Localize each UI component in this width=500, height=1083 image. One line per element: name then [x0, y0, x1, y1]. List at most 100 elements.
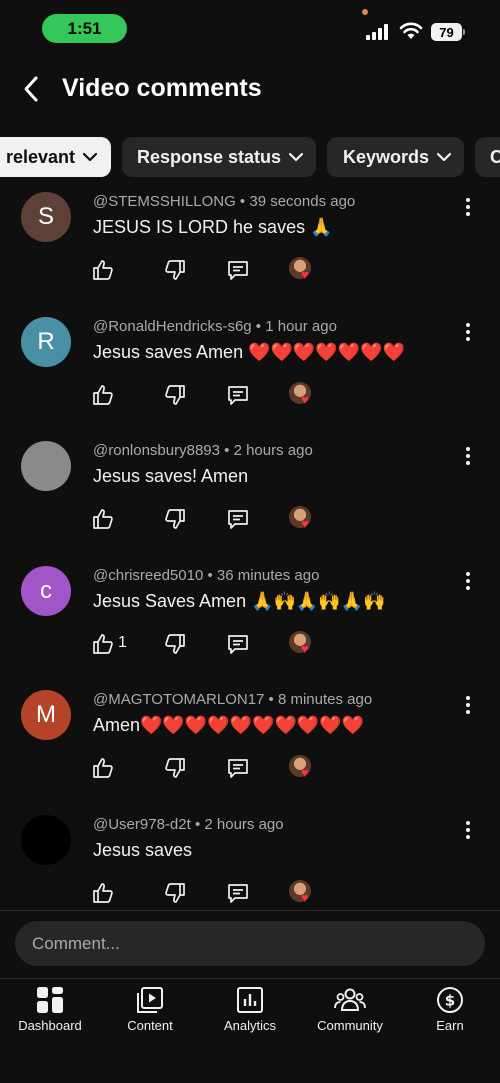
thumbs-down-icon[interactable] [163, 756, 187, 780]
earn-icon: $ [437, 987, 463, 1013]
chip-more-filter[interactable]: C [475, 137, 500, 177]
avatar[interactable] [21, 441, 71, 491]
comment-actions: 1 ♥ [0, 630, 500, 658]
comment-item: c @chrisreed5010 • 36 minutes ago Jesus … [0, 560, 500, 684]
thumbs-up-icon[interactable] [91, 881, 115, 905]
chip-sort-relevant[interactable]: relevant [0, 137, 111, 177]
comment-author[interactable]: @RonaldHendricks-s6g [93, 318, 252, 335]
comment-input[interactable] [15, 921, 485, 966]
community-icon [334, 988, 366, 1011]
thumbs-up-icon[interactable] [91, 258, 115, 282]
creator-heart-icon[interactable]: ♥ [289, 630, 315, 657]
comment-author[interactable]: @MAGTOTOMARLON17 [93, 691, 264, 708]
comment-actions: ♥ [0, 879, 500, 907]
avatar[interactable]: S [21, 192, 71, 242]
avatar[interactable]: M [21, 690, 71, 740]
divider [0, 910, 500, 911]
comment-text: Amen❤️❤️❤️❤️❤️❤️❤️❤️❤️❤️ [93, 715, 365, 735]
avatar-letter: S [37, 203, 54, 230]
comment-meta: @chrisreed5010 • 36 minutes ago [93, 566, 320, 584]
thumbs-down-icon[interactable] [163, 507, 187, 531]
thumbs-up-icon[interactable] [91, 756, 115, 780]
chevron-down-icon [83, 152, 98, 162]
comment-meta: @User978-d2t • 2 hours ago [93, 815, 284, 833]
more-options-button[interactable] [458, 694, 478, 716]
comment-meta: @ronlonsbury8893 • 2 hours ago [93, 442, 313, 459]
chip-keywords[interactable]: Keywords [327, 137, 464, 177]
svg-text:$: $ [445, 992, 455, 1010]
comment-item: S @STEMSSHILLONG • 39 seconds ago JESUS … [0, 186, 500, 310]
more-options-button[interactable] [458, 570, 478, 592]
thumbs-down-icon[interactable] [163, 881, 187, 905]
nav-dashboard[interactable]: Dashboard [0, 979, 100, 1049]
comment-text: Jesus saves! Amen [93, 466, 249, 486]
comment-time: 39 seconds ago [249, 193, 356, 210]
reply-icon[interactable] [226, 756, 250, 780]
reply-icon[interactable] [226, 258, 250, 282]
comment-author[interactable]: @chrisreed5010 [93, 567, 203, 584]
comment-author[interactable]: @ronlonsbury8893 [93, 442, 220, 459]
comment-time: 2 hours ago [233, 442, 313, 459]
comment-time: 8 minutes ago [277, 691, 373, 708]
thumbs-down-icon[interactable] [163, 632, 187, 656]
comment-author[interactable]: @User978-d2t [93, 816, 191, 833]
reply-icon[interactable] [226, 632, 250, 656]
comment-time: 2 hours ago [204, 815, 284, 833]
dashboard-icon [37, 987, 63, 1013]
more-options-button[interactable] [458, 819, 478, 841]
comment-actions: ♥ [0, 754, 500, 782]
thumbs-down-icon[interactable] [163, 258, 187, 282]
comment-actions: ♥ [0, 256, 500, 284]
avatar-letter: M [36, 701, 56, 728]
filter-chips: relevant Response status Keywords C [0, 137, 500, 179]
nav-label: Analytics [223, 1018, 277, 1033]
chevron-down-icon [289, 152, 304, 162]
more-options-button[interactable] [458, 445, 478, 467]
reply-icon[interactable] [226, 507, 250, 531]
avatar-letter: R [37, 327, 55, 355]
bottom-nav: Dashboard Content Analytics Community $ [0, 979, 500, 1083]
reply-icon[interactable] [226, 881, 250, 905]
comment-time: 1 hour ago [265, 317, 337, 335]
header: Video comments [0, 62, 500, 120]
content-icon [137, 987, 163, 1013]
reply-icon[interactable] [226, 383, 250, 407]
thumbs-up-icon[interactable] [91, 507, 115, 531]
thumbs-down-icon[interactable] [163, 383, 187, 407]
creator-heart-icon[interactable]: ♥ [289, 755, 315, 781]
avatar[interactable] [21, 814, 71, 865]
page-title: Video comments [62, 74, 262, 102]
comment-author[interactable]: @STEMSSHILLONG [93, 193, 236, 210]
nav-label: Dashboard [18, 1018, 82, 1033]
nav-label: Earn [436, 1018, 464, 1033]
nav-label: Community [317, 1018, 383, 1033]
chip-response-status[interactable]: Response status [122, 137, 316, 177]
avatar-letter: c [40, 576, 52, 604]
chip-label: Response status [137, 146, 282, 167]
status-bar: 1:51 79 [0, 0, 500, 62]
nav-earn[interactable]: $ Earn [400, 979, 500, 1049]
nav-community[interactable]: Community [300, 979, 400, 1049]
more-options-button[interactable] [458, 196, 478, 218]
thumbs-up-icon[interactable] [91, 383, 115, 407]
nav-content[interactable]: Content [100, 979, 200, 1049]
chip-label: Keywords [343, 146, 430, 167]
back-button[interactable] [14, 72, 48, 106]
nav-analytics[interactable]: Analytics [200, 979, 300, 1049]
comment-item: R @RonaldHendricks-s6g • 1 hour ago Jesu… [0, 311, 500, 435]
comment-meta: @RonaldHendricks-s6g • 1 hour ago [93, 317, 337, 335]
creator-heart-icon[interactable]: ♥ [289, 879, 315, 906]
chip-label: C [490, 146, 500, 167]
status-time: 1:51 [42, 14, 127, 43]
comment-meta: @MAGTOTOMARLON17 • 8 minutes ago [93, 691, 373, 708]
comment-text: Jesus Saves Amen 🙏🙌🙏🙌🙏🙌 [93, 590, 386, 611]
chevron-down-icon [437, 152, 452, 162]
thumbs-up-icon[interactable] [91, 632, 115, 656]
more-options-button[interactable] [458, 321, 478, 343]
creator-heart-icon[interactable]: ♥ [289, 506, 315, 532]
avatar[interactable]: R [21, 316, 71, 367]
creator-heart-icon[interactable]: ♥ [289, 381, 315, 408]
creator-heart-icon[interactable]: ♥ [289, 257, 315, 283]
avatar[interactable]: c [21, 565, 71, 616]
privacy-indicator-dot [362, 9, 368, 15]
